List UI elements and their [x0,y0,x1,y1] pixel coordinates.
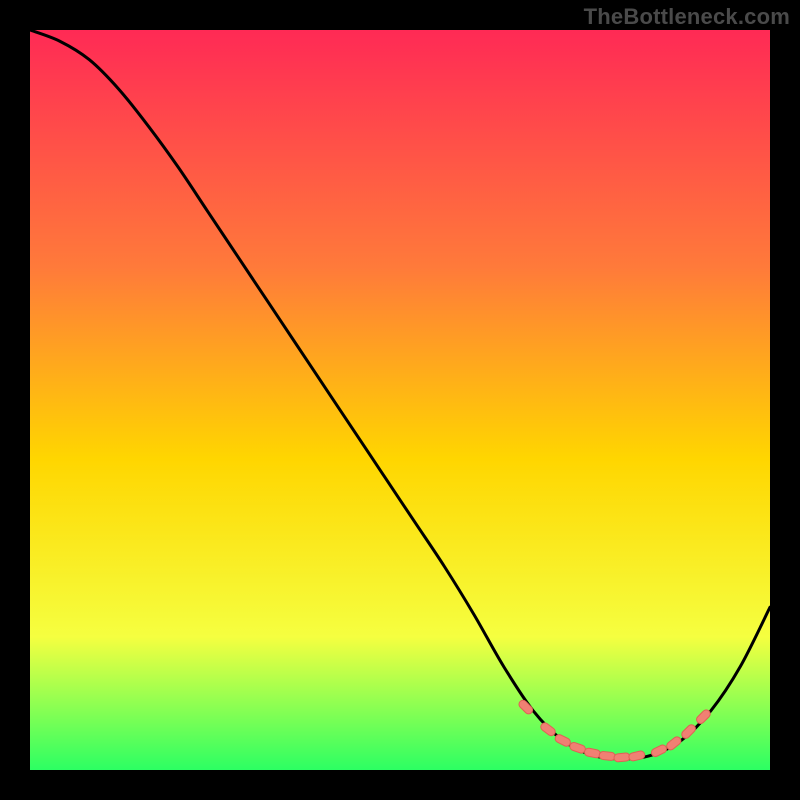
chart-frame: TheBottleneck.com [0,0,800,800]
marker-pill [614,753,631,763]
bottleneck-chart [0,0,800,800]
plot-background [30,30,770,770]
watermark-text: TheBottleneck.com [584,4,790,30]
marker-pill [599,751,616,761]
